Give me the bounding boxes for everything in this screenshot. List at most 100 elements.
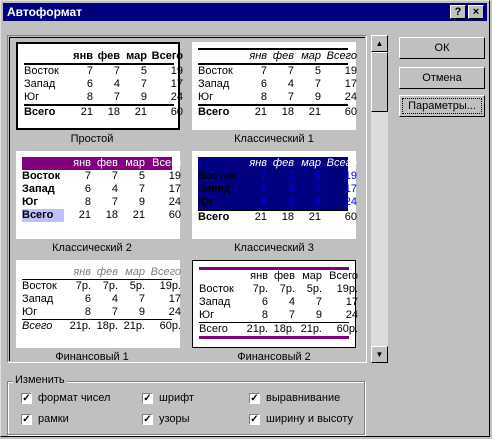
sample-cell: фев — [96, 266, 118, 278]
sample-total-row: Всего 21р. 18р. 21р. 60р. — [22, 319, 181, 333]
sample-row: Запад 6 4 7 17 — [24, 78, 183, 91]
sample-cell: 7 — [314, 78, 321, 90]
sample-row: Юг 8 7 9 24 — [199, 309, 358, 322]
check-icon[interactable]: ✓ — [21, 392, 32, 404]
sample-cell: Всего — [151, 50, 183, 62]
sample-grid: янв фев мар Всего Восток 7 7 5 19 Запад 6 4 7 17 Юг 8 7 9… — [198, 48, 357, 119]
format-sample-simple[interactable]: янв фев мар Всего Восток 7 7 5 19 Запад 6 4 7 17 Юг 8 7 9… — [16, 42, 183, 130]
sample-cell: Восток — [199, 283, 234, 295]
check-icon[interactable]: ✓ — [21, 413, 32, 425]
sample-header-row: янв фев мар Всего — [198, 157, 357, 170]
sample-row: Юг 8 7 9 24 — [22, 306, 181, 319]
checkbox-alignment[interactable]: ✓ выравнивание — [249, 392, 340, 404]
sample-cell: 8 — [260, 91, 267, 103]
ok-button[interactable]: ОК — [399, 37, 485, 59]
sample-cell: мар — [301, 50, 321, 62]
sample-cell: 21р. — [300, 323, 322, 335]
format-caption: Финансовый 2 — [237, 351, 311, 363]
sample-cell: Всего — [198, 106, 230, 118]
sample-cell: 7р. — [75, 280, 91, 292]
sample-cell: 7 — [138, 183, 145, 195]
sample-cell — [198, 157, 240, 170]
sample-row: Запад 6 4 7 17 — [22, 293, 181, 306]
sample-cell: 21 — [254, 106, 267, 118]
help-button[interactable]: ? — [450, 5, 466, 19]
autoformat-dialog: Автоформат ? × янв фев мар Всего Восток 7 7 5 19… — [0, 0, 490, 437]
dialog-title: Автоформат — [7, 5, 83, 19]
sample-cell: 9 — [315, 309, 322, 321]
checkbox-label: формат чисел — [38, 392, 111, 404]
sample-cell: Восток — [198, 65, 233, 77]
sample-cell: 24 — [344, 196, 357, 208]
format-caption: Финансовый 1 — [55, 351, 129, 363]
sample-cell: 7р. — [102, 280, 118, 292]
sample-cell: 60р. — [159, 320, 181, 332]
sample-cell: 17 — [170, 78, 183, 90]
checkbox-width-height[interactable]: ✓ ширину и высоту — [249, 413, 353, 425]
checkbox-label: выравнивание — [266, 392, 341, 404]
modify-group-label: Изменить — [13, 374, 67, 386]
options-button[interactable]: Параметры... — [399, 95, 485, 117]
sample-cell: Юг — [198, 91, 214, 103]
checkbox-label: узоры — [159, 413, 190, 425]
checkbox-font[interactable]: ✓ шрифт — [142, 392, 194, 404]
sample-cell: 5р. — [129, 280, 145, 292]
sample-cell: 24 — [168, 306, 181, 318]
check-icon[interactable]: ✓ — [142, 413, 153, 425]
sample-cell: 7 — [111, 306, 118, 318]
sample-cell: 7 — [140, 78, 147, 90]
sample-cell: 21 — [80, 106, 93, 118]
format-caption: Простой — [70, 133, 114, 145]
sample-cell: Всего — [24, 106, 56, 118]
sample-cell: 18р. — [96, 320, 118, 332]
sample-cell: 60 — [170, 106, 183, 118]
sample-cell: 8 — [86, 91, 93, 103]
sample-cell: янв — [249, 157, 267, 169]
format-caption: Классический 2 — [52, 242, 132, 254]
sample-cell: 9 — [138, 306, 145, 318]
sample-cell: 4 — [111, 183, 118, 195]
sample-cell: 7 — [314, 183, 321, 195]
sample-cell: янв — [73, 50, 93, 62]
checkbox-number-format[interactable]: ✓ формат чисел — [21, 392, 110, 404]
check-icon[interactable]: ✓ — [249, 413, 260, 425]
checkbox-label: шрифт — [159, 392, 194, 404]
sample-cell: 24 — [345, 309, 358, 321]
sample-cell: 5 — [140, 65, 147, 77]
sample-cell: Юг — [24, 91, 40, 103]
sample-cell: 5 — [314, 65, 321, 77]
sample-row: Восток 7 7 5 19 — [198, 65, 357, 78]
scroll-up-icon[interactable]: ▲ — [371, 35, 388, 52]
scroll-down-icon[interactable]: ▼ — [371, 346, 388, 363]
sample-cell: 4 — [111, 293, 118, 305]
sample-cell: 7 — [111, 170, 118, 182]
sample-cell: фев — [96, 157, 118, 169]
cancel-button[interactable]: Отмена — [399, 67, 485, 89]
sample-cell: Всего — [329, 270, 358, 282]
format-sample-classic-3[interactable]: янв фев мар Всего Восток 7 7 5 19 Запад 6 4 7 17 Юг 8 7 9… — [192, 151, 357, 239]
scroll-thumb[interactable] — [371, 52, 388, 112]
check-icon[interactable]: ✓ — [142, 392, 153, 404]
sample-cell: янв — [73, 266, 91, 278]
sample-cell: 17 — [345, 296, 358, 308]
sample-cell: 21 — [308, 211, 321, 223]
format-sample-classic-2[interactable]: янв фев мар Всего Восток 7 7 5 19 Запад 6 4 7 17 Юг 8 7 9… — [16, 151, 181, 239]
sample-total-row: Всего 21 18 21 60 — [22, 209, 181, 222]
sample-header-row: янв фев мар Всего — [199, 267, 358, 283]
gallery-scrollbar[interactable]: ▲ ▼ — [371, 35, 388, 363]
checkbox-patterns[interactable]: ✓ узоры — [142, 413, 190, 425]
format-sample-financial-2[interactable]: янв фев мар Всего Восток 7р. 7р. 5р. 19р. Запад 6 4… — [192, 260, 358, 348]
sample-cell: 8 — [260, 196, 267, 208]
sample-cell: 21р. — [123, 320, 145, 332]
sample-cell: Всего — [22, 320, 53, 332]
check-icon[interactable]: ✓ — [249, 392, 260, 404]
checkbox-label: ширину и высоту — [266, 413, 353, 425]
sample-cell: 5 — [314, 170, 321, 182]
sample-cell: мар — [125, 266, 145, 278]
format-sample-classic-1[interactable]: янв фев мар Всего Восток 7 7 5 19 Запад 6 4 7 17 Юг 8 7 9… — [192, 42, 357, 130]
format-sample-financial-1[interactable]: янв фев мар Всего Восток 7р. 7р. 5р. 19р. Запад 6 4… — [16, 260, 181, 348]
checkbox-borders[interactable]: ✓ рамки — [21, 413, 69, 425]
sample-total-row: Всего 21 18 21 60 — [198, 104, 357, 119]
sample-cell: 19р. — [159, 280, 181, 292]
close-button[interactable]: × — [468, 5, 484, 19]
